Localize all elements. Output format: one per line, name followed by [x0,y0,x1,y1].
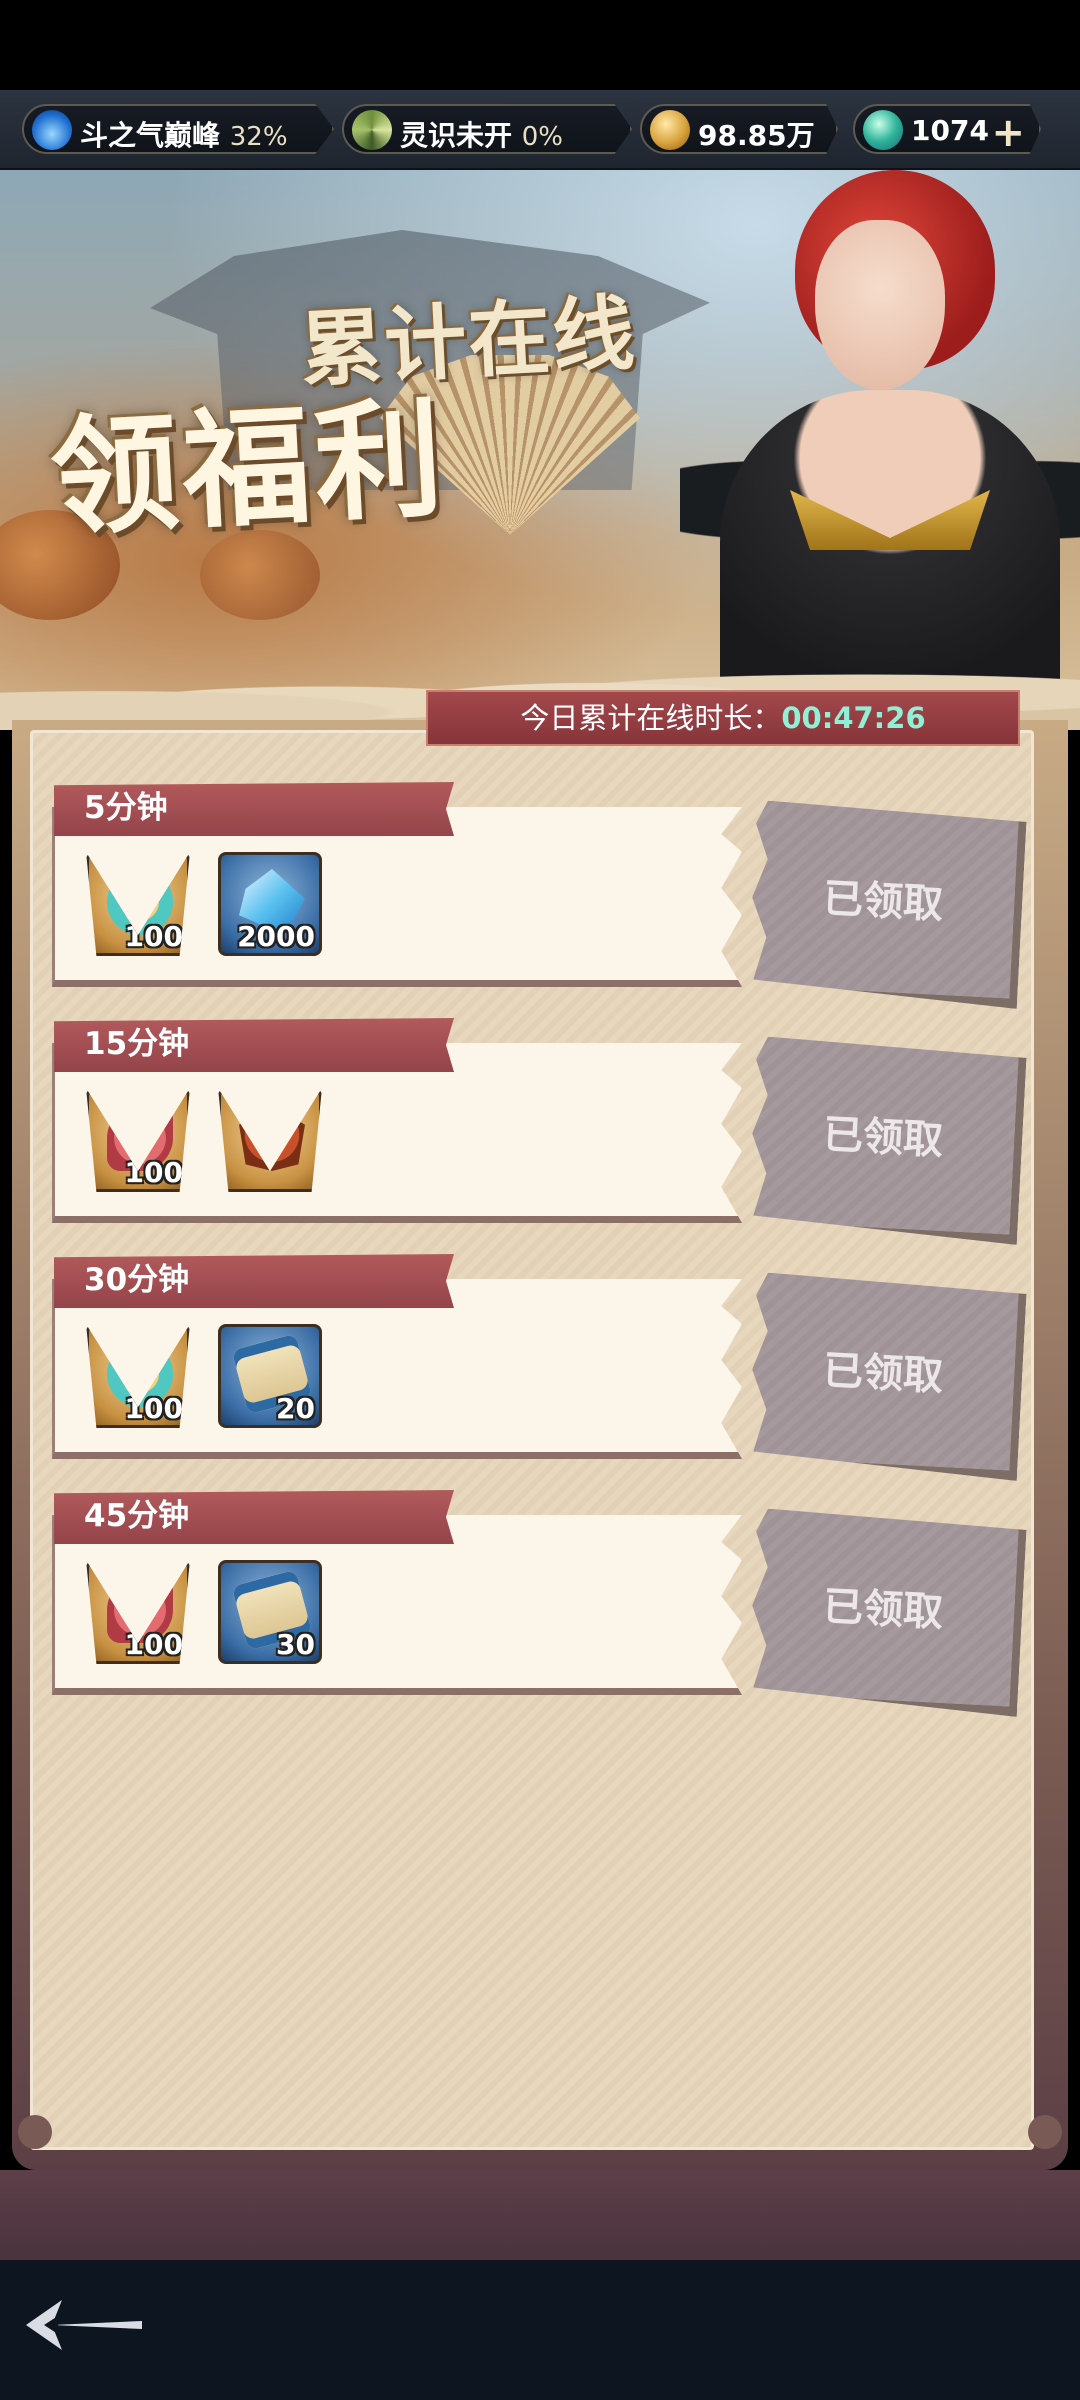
event-banner: 累计在线 领福利 [0,170,1080,730]
resource-jade[interactable]: 1074 + [853,104,1041,154]
bottom-shade [0,2170,1080,2260]
reward-row: 45分钟 100 30 已领取 [52,1490,1052,1700]
item-quantity: 2000 [237,920,315,953]
resource-label: 98.85万 [698,119,815,152]
item-quantity: 20 [276,1392,315,1425]
reward-time-label: 5分钟 [54,782,454,836]
resource-bar: 斗之气巅峰 32% 灵识未开 0% 98.85万 1074 + [0,90,1080,170]
reward-row: 30分钟 100 20 已领取 [52,1254,1052,1464]
reward-item[interactable]: 30 [218,1560,322,1664]
add-currency-button[interactable]: + [991,110,1025,154]
timer-label: 今日累计在线时长： [520,701,782,735]
panel-corner [18,2115,52,2149]
resource-ling-shi[interactable]: 灵识未开 0% [342,104,632,154]
jade-coin-icon [863,110,903,150]
resource-label: 灵识未开 [400,119,513,152]
item-quantity: 30 [276,1628,315,1661]
reward-time-label: 15分钟 [54,1018,454,1072]
reward-time-label: 30分钟 [54,1254,454,1308]
reward-row: 15分钟 100 已领取 [52,1018,1052,1228]
flame-icon [32,110,72,150]
resource-value: 32% [229,122,288,152]
reward-item[interactable]: 20 [218,1324,322,1428]
bottom-nav-bar [0,2260,1080,2400]
resource-label: 1074 [911,114,989,147]
claimed-button[interactable]: 已领取 [747,800,1027,1009]
resource-label: 斗之气巅峰 [80,119,221,152]
resource-value: 0% [521,122,564,152]
reward-item[interactable]: 2000 [218,852,322,956]
timer-value: 00:47:26 [781,701,926,735]
resource-gold[interactable]: 98.85万 [640,104,838,154]
claimed-button[interactable]: 已领取 [747,1508,1027,1717]
gold-coin-icon [650,110,690,150]
panel-corner [1028,2115,1062,2149]
back-arrow-icon[interactable] [22,2294,146,2356]
resource-dou-qi[interactable]: 斗之气巅峰 32% [22,104,334,154]
reward-time-label: 45分钟 [54,1490,454,1544]
claimed-button[interactable]: 已领取 [747,1272,1027,1481]
reward-row: 5分钟 100 2000 已领取 [52,782,1052,992]
banner-title: 领福利 [46,383,451,555]
swirl-icon [352,110,392,150]
online-timer: 今日累计在线时长：00:47:26 [426,690,1020,746]
claimed-button[interactable]: 已领取 [747,1036,1027,1245]
status-bar [0,0,1080,90]
